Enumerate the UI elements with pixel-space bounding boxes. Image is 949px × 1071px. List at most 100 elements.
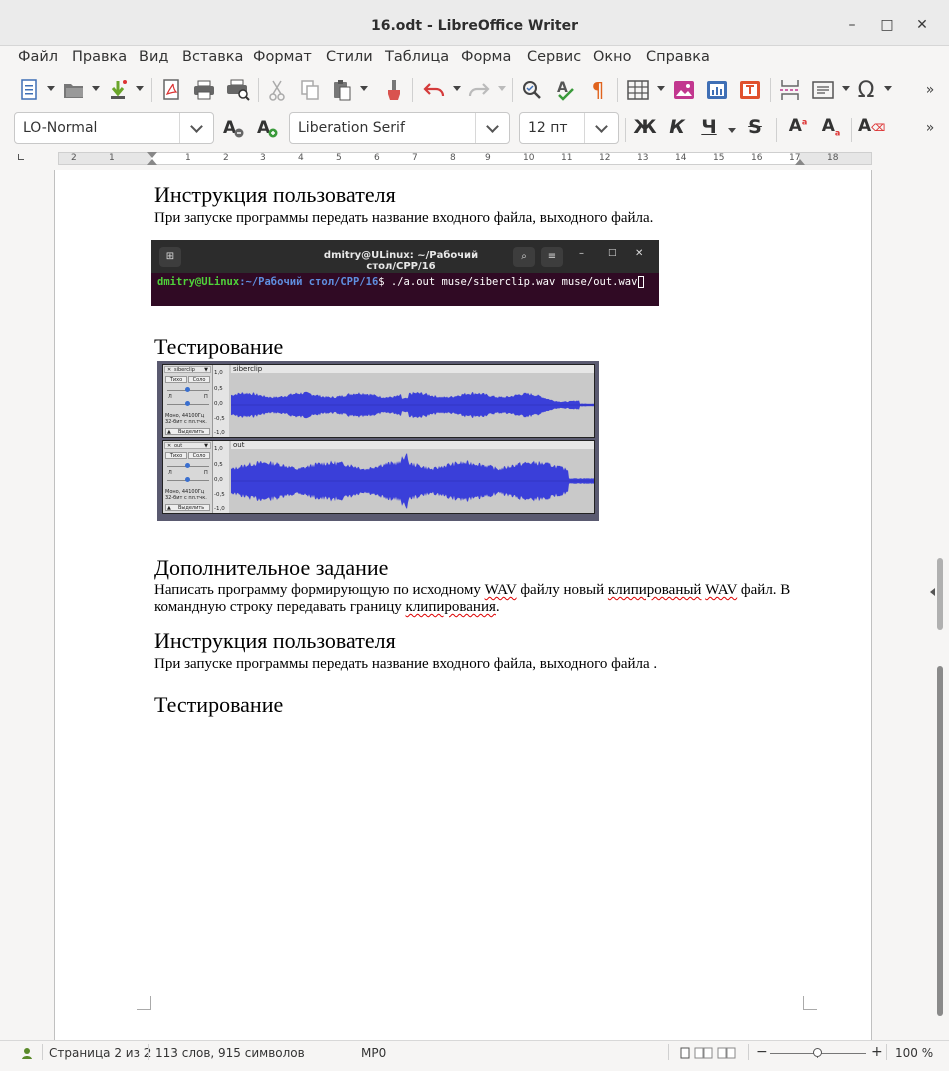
paragraph-style-combo[interactable]: LO-Normal bbox=[14, 112, 214, 144]
font-name-combo[interactable]: Liberation Serif bbox=[289, 112, 510, 144]
menu-tools[interactable]: Сервис bbox=[527, 49, 581, 65]
print-icon[interactable] bbox=[193, 78, 215, 102]
document-modified-icon[interactable] bbox=[20, 1046, 34, 1060]
redo-dropdown-icon[interactable] bbox=[498, 86, 506, 91]
insert-textbox-icon[interactable] bbox=[738, 78, 762, 102]
waveform-track-1 bbox=[231, 391, 594, 419]
insert-field-icon[interactable] bbox=[811, 78, 835, 102]
paste-dropdown-icon[interactable] bbox=[360, 86, 368, 91]
menu-insert[interactable]: Вставка bbox=[182, 49, 243, 65]
bold-button[interactable]: Ж bbox=[633, 116, 657, 142]
zoom-in-button[interactable]: + bbox=[871, 1044, 883, 1060]
clear-formatting-button[interactable]: A⌫ bbox=[858, 116, 885, 142]
find-replace-icon[interactable] bbox=[520, 78, 544, 102]
sidebar-toggle-icon[interactable] bbox=[930, 588, 935, 596]
print-preview-icon[interactable] bbox=[226, 78, 250, 102]
subscript-label: A bbox=[821, 116, 835, 136]
menu-edit[interactable]: Правка bbox=[72, 49, 127, 65]
undo-icon[interactable] bbox=[421, 78, 447, 102]
update-style-icon[interactable]: A bbox=[220, 116, 246, 140]
maximize-icon: □ bbox=[608, 248, 617, 258]
insert-page-break-icon[interactable] bbox=[778, 78, 802, 102]
special-character-dropdown-icon[interactable] bbox=[884, 86, 892, 91]
menu-view[interactable]: Вид bbox=[139, 49, 168, 65]
superscript-icon: a bbox=[801, 117, 808, 127]
zoom-level[interactable]: 100 % bbox=[895, 1046, 933, 1060]
word-count[interactable]: 113 слов, 915 символов bbox=[155, 1046, 305, 1060]
close-button[interactable]: ✕ bbox=[911, 14, 933, 36]
terminal-screenshot[interactable]: ⊞ dmitry@ULinux: ~/Рабочий стол/CPP/16 ⌕… bbox=[151, 240, 659, 306]
undo-dropdown-icon[interactable] bbox=[453, 86, 461, 91]
minimize-button[interactable]: – bbox=[841, 14, 863, 36]
strikethrough-button[interactable]: S bbox=[744, 116, 766, 142]
page-count[interactable]: Страница 2 из 2 bbox=[49, 1046, 151, 1060]
copy-icon[interactable] bbox=[299, 78, 321, 102]
open-dropdown-icon[interactable] bbox=[92, 86, 100, 91]
menu-form[interactable]: Форма bbox=[461, 49, 511, 65]
menu-window[interactable]: Окно bbox=[593, 49, 632, 65]
paste-icon[interactable] bbox=[331, 78, 353, 102]
chevron-down-icon: ▼ bbox=[204, 443, 208, 449]
new-style-icon[interactable]: A bbox=[254, 116, 280, 140]
underline-dropdown-icon[interactable] bbox=[728, 128, 736, 133]
open-folder-icon[interactable] bbox=[62, 78, 86, 102]
document-canvas[interactable]: Инструкция пользователя При запуске прог… bbox=[0, 170, 929, 1040]
horizontal-ruler[interactable]: 2 1 1 2 3 4 5 6 7 8 9 10 11 12 13 14 15 … bbox=[0, 148, 949, 170]
underline-button[interactable]: Ч bbox=[698, 116, 720, 142]
save-dropdown-icon[interactable] bbox=[136, 86, 144, 91]
subscript-icon: a bbox=[834, 128, 841, 138]
special-character-icon[interactable]: Ω bbox=[855, 78, 877, 103]
chevron-down-icon[interactable] bbox=[179, 113, 213, 143]
spelling-icon[interactable]: A bbox=[554, 78, 578, 102]
export-pdf-icon[interactable] bbox=[160, 78, 182, 102]
menu-file[interactable]: Файл bbox=[18, 49, 58, 65]
cut-icon[interactable] bbox=[266, 78, 288, 102]
toolbar-overflow-icon[interactable]: » bbox=[920, 78, 940, 102]
zoom-out-button[interactable]: − bbox=[756, 1044, 768, 1060]
menu-help[interactable]: Справка bbox=[646, 49, 710, 65]
right-indent-marker[interactable] bbox=[795, 159, 805, 165]
new-dropdown-icon[interactable] bbox=[47, 86, 55, 91]
insert-table-icon[interactable] bbox=[626, 78, 650, 102]
amplitude-scale: 1,0 0,5 0,0 -0,5 -1,0 bbox=[213, 365, 229, 437]
field-dropdown-icon[interactable] bbox=[842, 86, 850, 91]
tab-stop-icon[interactable] bbox=[18, 154, 24, 160]
status-bar: Страница 2 из 2 113 слов, 915 символов M… bbox=[0, 1040, 949, 1071]
title-bar: 16.odt - LibreOffice Writer – □ ✕ bbox=[0, 0, 949, 46]
scrollbar-thumb[interactable] bbox=[937, 666, 943, 1016]
solo-label: Соло bbox=[188, 376, 210, 383]
redo-icon[interactable] bbox=[466, 78, 492, 102]
insert-image-icon[interactable] bbox=[672, 78, 696, 102]
cursor-icon bbox=[638, 276, 645, 288]
save-icon[interactable] bbox=[107, 78, 129, 102]
clone-formatting-icon[interactable] bbox=[383, 78, 405, 102]
italic-button[interactable]: К bbox=[666, 116, 688, 142]
first-line-indent-marker[interactable] bbox=[147, 159, 157, 165]
new-document-icon[interactable] bbox=[18, 78, 40, 102]
menu-table[interactable]: Таблица bbox=[385, 49, 449, 65]
menu-styles[interactable]: Стили bbox=[326, 49, 373, 65]
close-icon: ✕ bbox=[167, 443, 172, 449]
insert-chart-icon[interactable] bbox=[705, 78, 729, 102]
prompt-path: :~/Рабочий стол/CPP/16 bbox=[239, 276, 379, 288]
vertical-scrollbar[interactable] bbox=[929, 170, 949, 1040]
table-dropdown-icon[interactable] bbox=[657, 86, 665, 91]
scrollbar-track-segment[interactable] bbox=[937, 558, 943, 630]
superscript-button[interactable]: Aa bbox=[785, 116, 811, 142]
font-size-combo[interactable]: 12 пт bbox=[519, 112, 619, 144]
audio-track-2: ✕ out ▼ Тихо Соло Л П Моно, 44100Гц 32-б… bbox=[162, 440, 595, 514]
view-layout-icon[interactable] bbox=[680, 1047, 740, 1059]
toolbar-overflow-icon[interactable]: » bbox=[920, 116, 940, 140]
menu-format[interactable]: Формат bbox=[253, 49, 312, 65]
font-size-value: 12 пт bbox=[528, 120, 568, 136]
maximize-button[interactable]: □ bbox=[876, 14, 898, 36]
document-page[interactable]: Инструкция пользователя При запуске прог… bbox=[54, 170, 872, 1040]
zoom-slider-handle[interactable] bbox=[813, 1048, 822, 1057]
left-indent-marker[interactable] bbox=[147, 152, 157, 158]
chevron-down-icon[interactable] bbox=[475, 113, 509, 143]
svg-text:A: A bbox=[223, 118, 237, 138]
subscript-button[interactable]: Aa bbox=[818, 116, 844, 142]
formatting-marks-icon[interactable]: ¶ bbox=[587, 78, 609, 102]
chevron-down-icon[interactable] bbox=[584, 113, 618, 143]
audacity-screenshot[interactable]: ✕ siberclip ▼ Тихо Соло Л П Моно, 44100Г… bbox=[157, 361, 599, 521]
